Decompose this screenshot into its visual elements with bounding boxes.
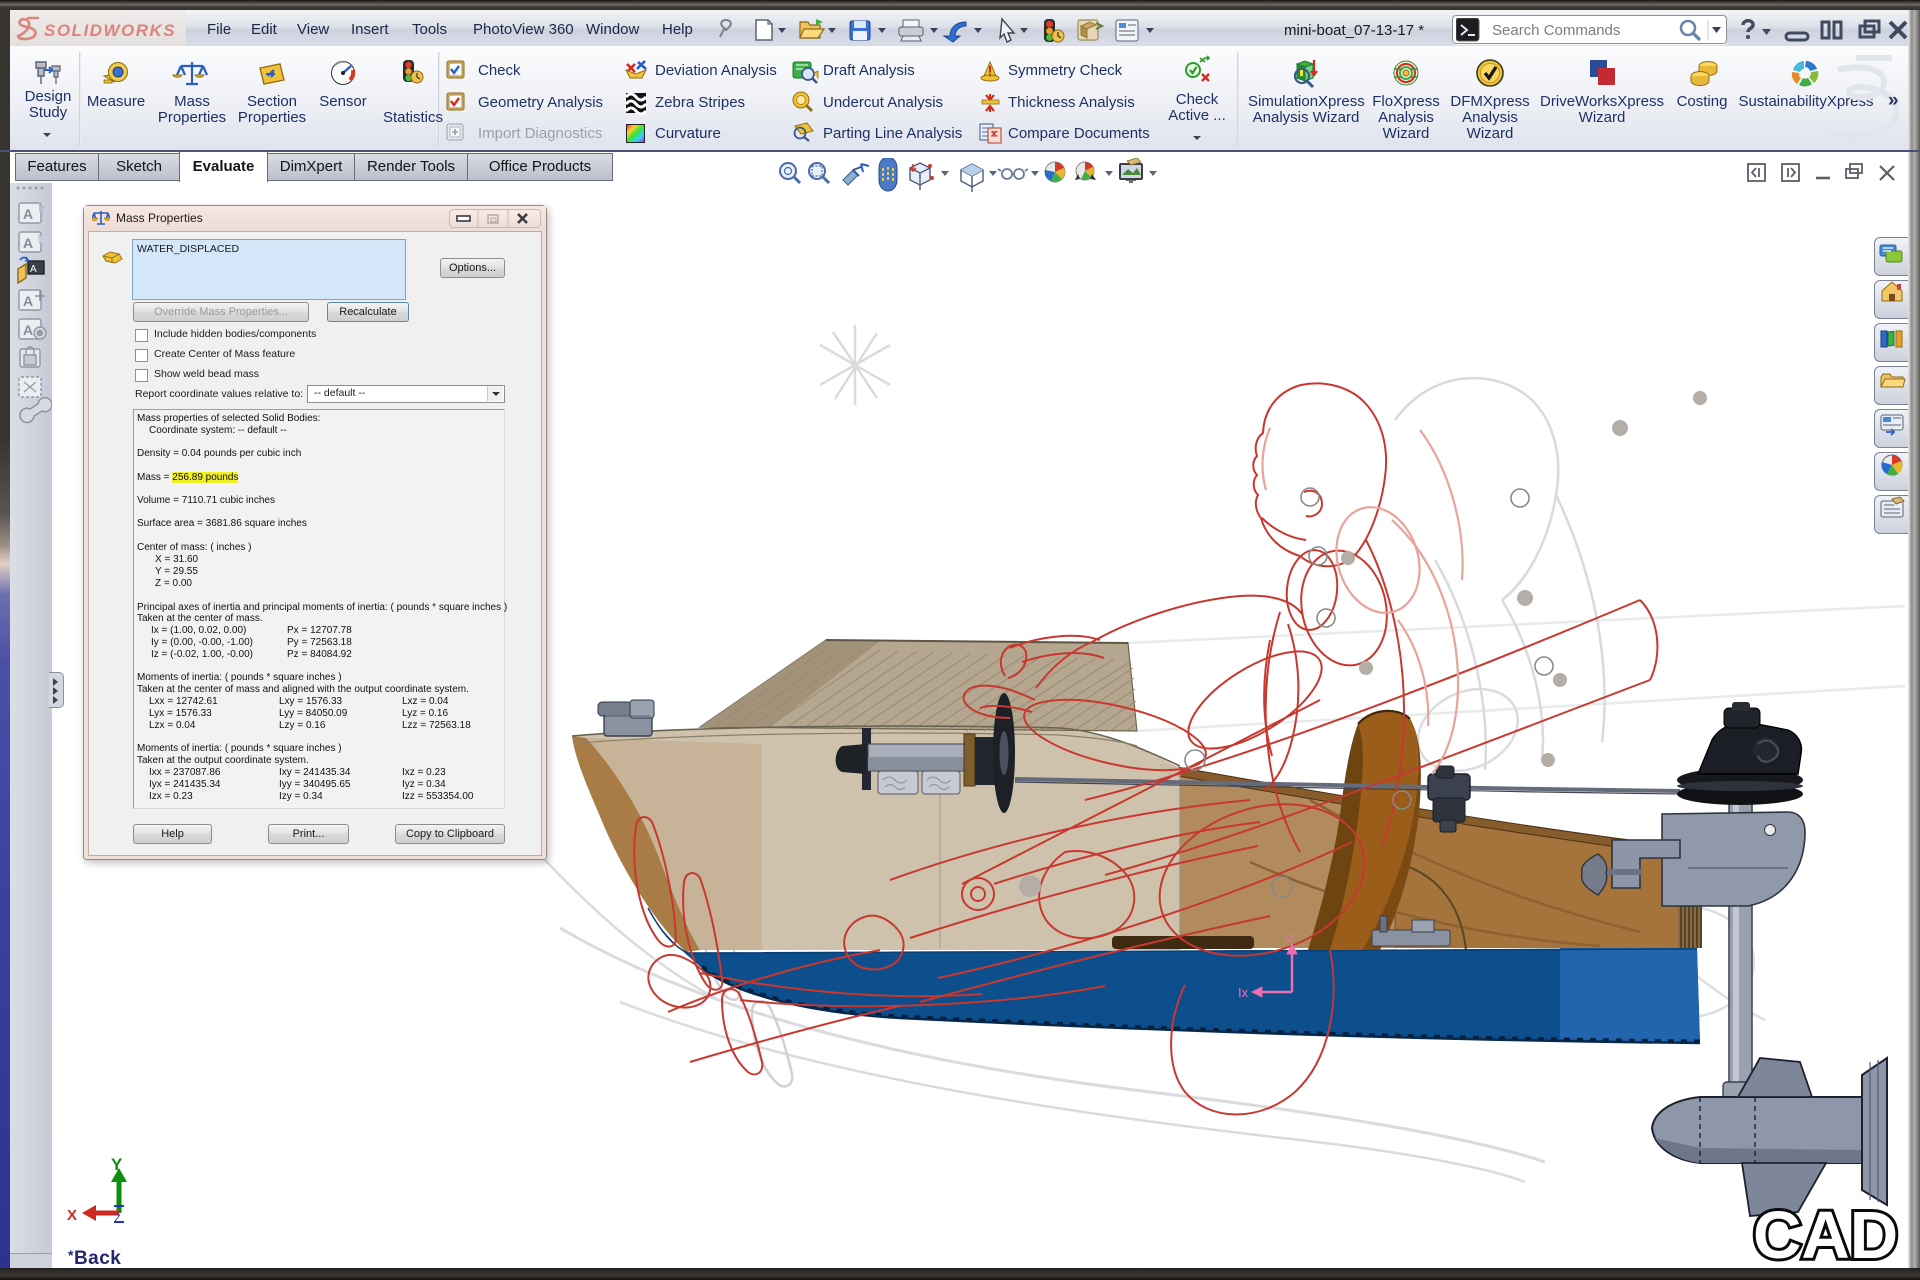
svg-text:Iz: Iz — [1284, 930, 1294, 945]
svg-text:Ix: Ix — [1238, 985, 1249, 1000]
svg-text:A: A — [30, 264, 37, 275]
svg-text:Z: Z — [114, 1213, 121, 1225]
svg-text:Y: Y — [111, 1155, 123, 1174]
svg-text:X: X — [67, 1207, 77, 1224]
svg-text:*Back: *Back — [68, 1247, 121, 1269]
svg-text:A: A — [23, 322, 33, 338]
svg-text:A: A — [23, 235, 33, 251]
svg-text:A: A — [23, 293, 33, 309]
svg-text:CAD: CAD — [1753, 1198, 1898, 1273]
svg-text:A: A — [23, 206, 33, 222]
